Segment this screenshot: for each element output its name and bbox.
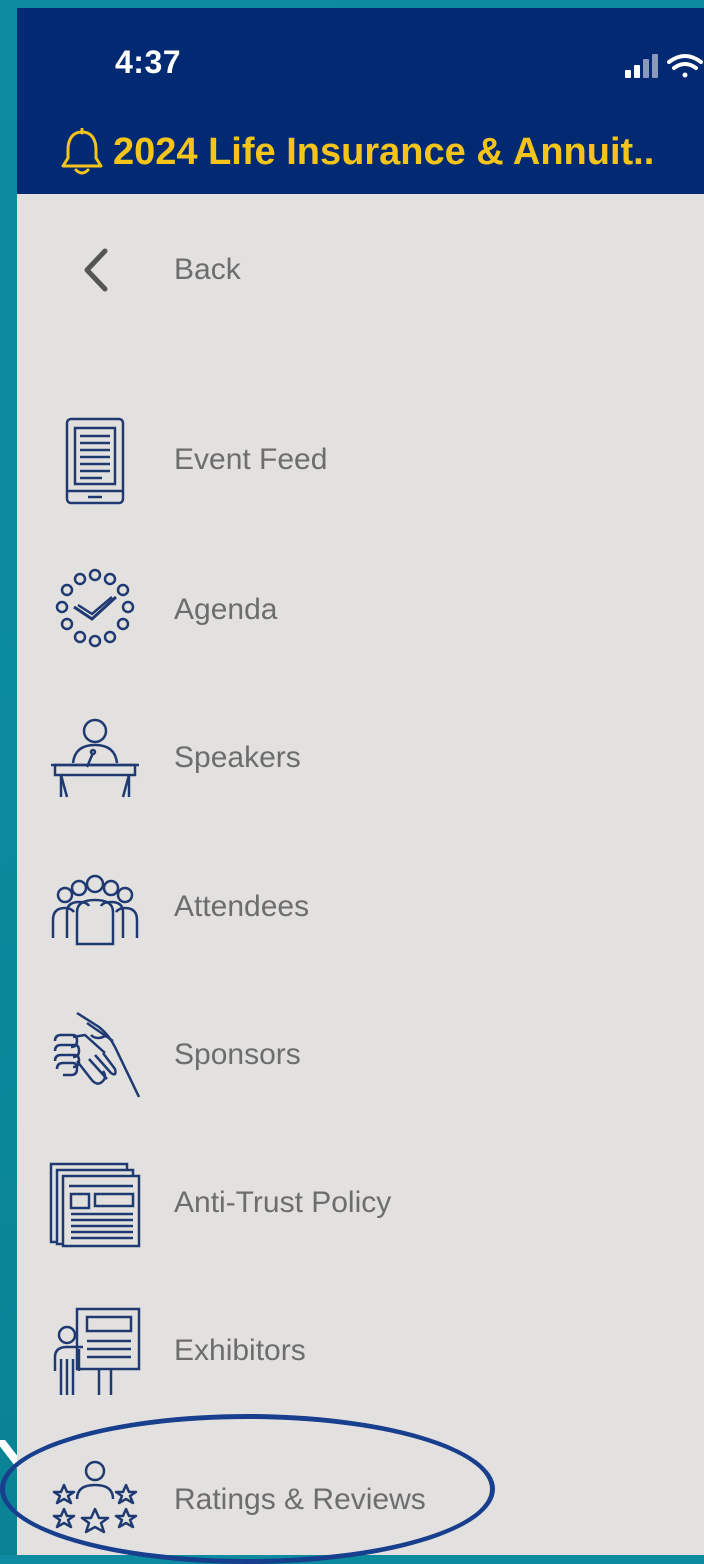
tablet-feed-icon [65,417,125,505]
presenter-board-icon [53,1307,141,1395]
event-title-row[interactable]: 2024 Life Insurance & Annuit.. [59,124,704,180]
menu-item-event-feed[interactable]: Event Feed [17,405,704,515]
menu-item-label: Speakers [174,741,301,774]
menu-item-label: Exhibitors [174,1334,306,1367]
highlight-ellipse [0,1414,495,1564]
back-label: Back [174,253,241,286]
bell-icon[interactable] [59,128,105,176]
menu-item-label: Event Feed [174,443,328,476]
menu-item-label: Sponsors [174,1038,301,1071]
signal-icon [625,54,658,78]
event-title: 2024 Life Insurance & Annuit.. [113,130,655,173]
chevron-left-icon [84,248,108,292]
menu-item-agenda[interactable]: Agenda [17,555,704,665]
status-time: 4:37 [115,44,182,80]
status-icons [623,52,704,87]
menu-item-sponsors[interactable]: Sponsors [17,1000,704,1110]
menu-item-label: Attendees [174,890,310,923]
people-group-icon [51,874,139,946]
clock-agenda-icon [55,568,135,648]
podium-speaker-icon [51,718,139,798]
menu-item-speakers[interactable]: Speakers [17,703,704,813]
handshake-icon [53,1011,141,1098]
menu-item-exhibitors[interactable]: Exhibitors [17,1296,704,1406]
wifi-icon [667,54,703,78]
menu-item-anti-trust-policy[interactable]: Anti-Trust Policy [17,1148,704,1258]
app-screen: 4:37 2024 Life Insurance & Annuit.. Back… [17,8,704,1555]
menu-item-attendees[interactable]: Attendees [17,852,704,962]
back-button[interactable]: Back [17,215,704,325]
menu-item-label: Anti-Trust Policy [174,1186,392,1219]
app-header: 4:37 2024 Life Insurance & Annuit.. [17,8,704,194]
menu-item-label: Agenda [174,593,278,626]
newspaper-icon [49,1162,141,1248]
